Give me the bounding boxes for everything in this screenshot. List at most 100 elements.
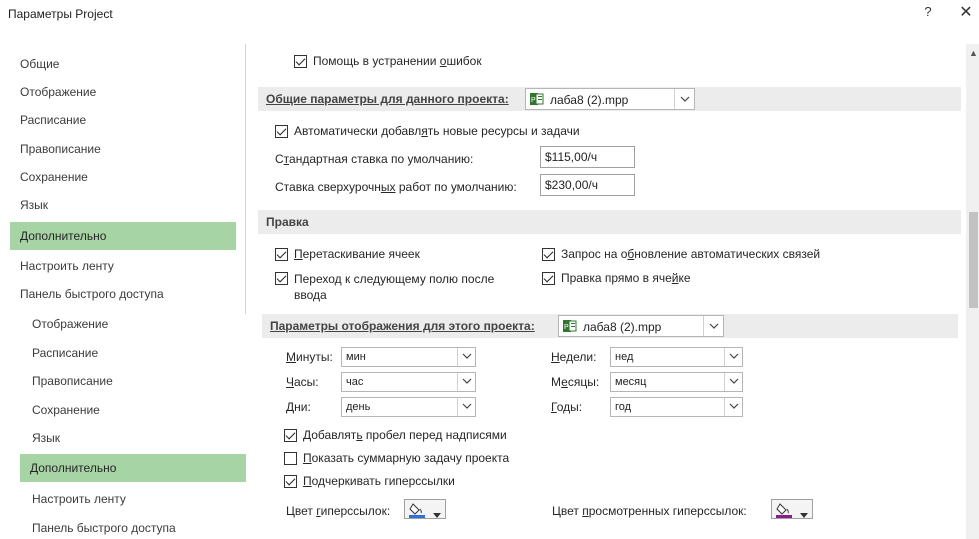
display-section-title: Параметры отображения для этого проекта: xyxy=(270,319,535,333)
chevron-down-icon xyxy=(457,398,475,416)
drag-cells-label: Перетаскивание ячеек xyxy=(294,247,420,261)
hours-label: Часы: xyxy=(286,375,319,389)
chevron-down-icon xyxy=(724,348,742,366)
checkbox-icon xyxy=(275,248,288,261)
add-space-label: Добавлять пробел перед надписями xyxy=(303,428,507,442)
chevron-down-icon xyxy=(724,398,742,416)
nav-item-customize-ribbon[interactable]: Настроить ленту xyxy=(10,252,236,280)
update-links-checkbox[interactable]: Запрос на обновление автоматических связ… xyxy=(542,247,820,261)
nav-item-advanced[interactable]: Дополнительно xyxy=(10,222,236,250)
nav-item-general[interactable]: Общие xyxy=(10,50,236,78)
chevron-down-icon xyxy=(674,89,694,109)
chevron-down-icon xyxy=(724,373,742,391)
scroll-up-arrow-icon[interactable]: ▲ xyxy=(969,48,978,58)
visited-color-button[interactable] xyxy=(771,499,813,519)
chevron-down-icon xyxy=(457,348,475,366)
error-help-label: Помощь в устранении ошибок xyxy=(313,54,482,68)
nav-item-save[interactable]: Сохранение xyxy=(22,396,246,424)
nav-item-proofing[interactable]: Правописание xyxy=(22,367,246,395)
general-project-dropdown[interactable]: P лаба8 (2).mpp xyxy=(525,88,695,110)
nav-item-save[interactable]: Сохранение xyxy=(10,163,236,191)
paint-bucket-icon xyxy=(776,502,794,521)
summary-task-label: Показать суммарную задачу проекта xyxy=(303,451,510,465)
days-value: день xyxy=(346,401,371,413)
svg-text:P: P xyxy=(564,324,569,331)
nav-item-schedule[interactable]: Расписание xyxy=(10,106,236,134)
checkbox-icon xyxy=(542,248,555,261)
weeks-value: нед xyxy=(615,351,634,363)
svg-text:P: P xyxy=(531,97,536,104)
minutes-label: Минуты: xyxy=(286,350,333,364)
scrollbar-thumb[interactable] xyxy=(969,212,978,308)
months-value: месяц xyxy=(615,376,647,388)
underline-links-checkbox[interactable]: Подчеркивать гиперссылки xyxy=(284,474,455,488)
std-rate-label: Стандартная ставка по умолчанию: xyxy=(275,152,474,166)
chevron-down-icon xyxy=(433,507,441,521)
weeks-select[interactable]: нед xyxy=(610,347,743,367)
auto-add-checkbox[interactable]: Автоматически добавлять новые ресурсы и … xyxy=(275,124,580,138)
link-color-label: Цвет гиперссылок: xyxy=(286,504,391,518)
summary-task-checkbox[interactable]: Показать суммарную задачу проекта xyxy=(284,451,509,465)
project-file-icon: P xyxy=(530,92,544,106)
nav-item-display[interactable]: Отображение xyxy=(22,310,246,338)
visited-color-label: Цвет просмотренных гиперссылок: xyxy=(552,504,747,518)
move-next-checkbox[interactable]: Переход к следующему полю после ввода xyxy=(275,271,494,303)
help-button[interactable]: ? xyxy=(918,4,938,22)
nav-item-customize-ribbon[interactable]: Настроить ленту xyxy=(22,485,246,513)
display-project-file-name: лаба8 (2).mpp xyxy=(583,320,662,334)
nav-item-schedule[interactable]: Расписание xyxy=(22,339,246,367)
edit-section-header: Правка xyxy=(258,210,961,234)
checkbox-icon xyxy=(284,475,297,488)
paint-bucket-icon xyxy=(409,502,427,521)
chevron-down-icon xyxy=(800,507,808,521)
months-label: Месяцы: xyxy=(551,375,600,389)
nav-item-language[interactable]: Язык xyxy=(10,191,236,219)
close-icon: ✕ xyxy=(959,4,973,21)
checkbox-icon xyxy=(284,429,297,442)
hours-select[interactable]: час xyxy=(341,372,476,392)
years-select[interactable]: год xyxy=(610,397,743,417)
years-value: год xyxy=(615,401,632,413)
minutes-select[interactable]: мин xyxy=(341,347,476,367)
minutes-value: мин xyxy=(346,351,366,363)
ot-rate-label: Ставка сверхурочных работ по умолчанию: xyxy=(275,180,517,194)
close-button[interactable]: ✕ xyxy=(956,2,976,22)
chevron-down-icon xyxy=(703,316,723,336)
underline-links-label: Подчеркивать гиперссылки xyxy=(303,474,455,488)
link-color-button[interactable] xyxy=(404,499,446,519)
general-section-title: Общие параметры для данного проекта: xyxy=(266,92,509,106)
help-icon: ? xyxy=(924,4,932,19)
checkbox-icon xyxy=(275,272,288,285)
move-next-label: Переход к следующему полю после ввода xyxy=(294,272,495,302)
nav-item-proofing[interactable]: Правописание xyxy=(10,135,236,163)
auto-add-label: Автоматически добавлять новые ресурсы и … xyxy=(294,124,580,138)
nav-divider xyxy=(245,44,246,314)
nav-item-quick-access[interactable]: Панель быстрого доступа xyxy=(22,514,246,539)
hours-value: час xyxy=(346,376,364,388)
edit-in-cell-label: Правка прямо в ячейке xyxy=(561,271,691,285)
nav-item-language[interactable]: Язык xyxy=(22,424,246,452)
checkbox-icon xyxy=(294,55,307,68)
nav-item-advanced[interactable]: Дополнительно xyxy=(20,454,246,482)
edit-in-cell-checkbox[interactable]: Правка прямо в ячейке xyxy=(542,271,691,285)
update-links-label: Запрос на обновление автоматических связ… xyxy=(561,247,821,261)
nav-item-display[interactable]: Отображение xyxy=(10,78,236,106)
project-file-icon: P xyxy=(563,319,577,333)
nav-item-quick-access[interactable]: Панель быстрого доступа xyxy=(10,280,236,308)
checkbox-icon xyxy=(284,452,297,465)
edit-section-title: Правка xyxy=(266,215,309,229)
display-project-dropdown[interactable]: P лаба8 (2).mpp xyxy=(558,315,724,337)
checkbox-icon xyxy=(275,125,288,138)
ot-rate-input[interactable]: $230,00/ч xyxy=(540,174,635,196)
std-rate-input[interactable]: $115,00/ч xyxy=(540,146,635,168)
days-select[interactable]: день xyxy=(341,397,476,417)
weeks-label: Недели: xyxy=(551,350,597,364)
drag-cells-checkbox[interactable]: Перетаскивание ячеек xyxy=(275,247,420,261)
general-project-file-name: лаба8 (2).mpp xyxy=(550,93,629,107)
months-select[interactable]: месяц xyxy=(610,372,743,392)
add-space-checkbox[interactable]: Добавлять пробел перед надписями xyxy=(284,428,507,442)
error-help-checkbox[interactable]: Помощь в устранении ошибок xyxy=(294,54,482,68)
days-label: Дни: xyxy=(286,400,311,414)
years-label: Годы: xyxy=(551,400,583,414)
chevron-down-icon xyxy=(457,373,475,391)
